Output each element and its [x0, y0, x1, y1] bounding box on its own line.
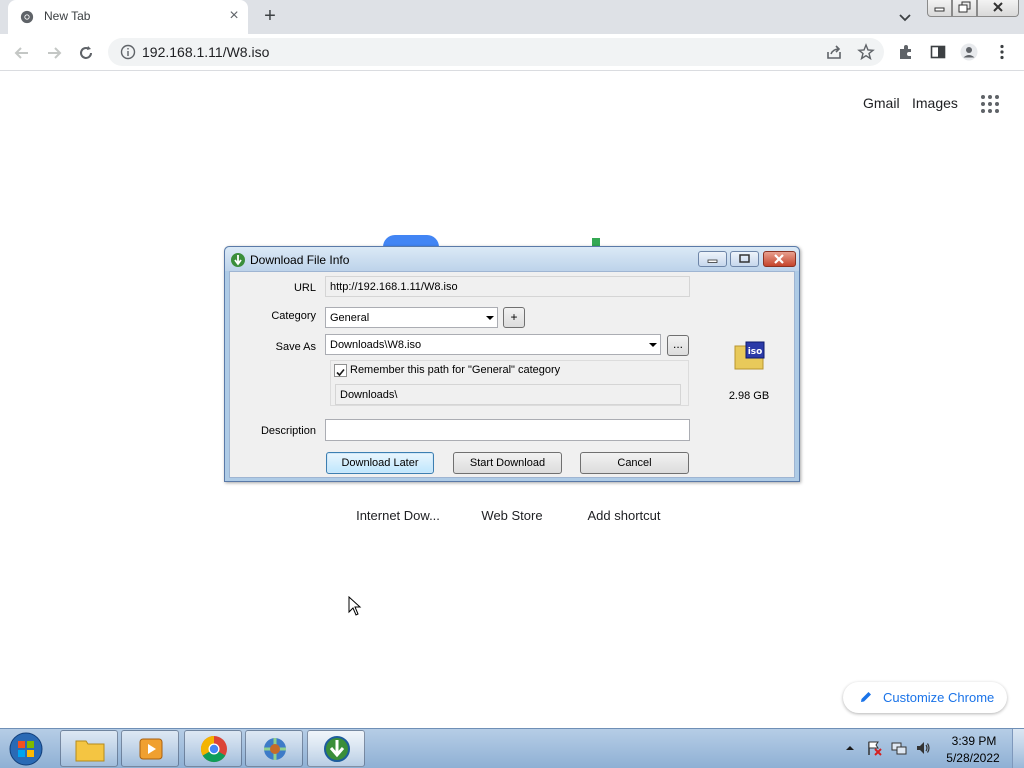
address-text[interactable]: 192.168.1.11/W8.iso — [142, 44, 269, 60]
svg-text:iso: iso — [748, 347, 763, 357]
taskbar-idm[interactable] — [307, 730, 365, 767]
tab-search-icon[interactable] — [897, 9, 913, 25]
gmail-link[interactable]: Gmail — [863, 95, 900, 111]
add-category-button[interactable]: + — [503, 307, 525, 328]
shortcut-web-store[interactable]: Web Store — [462, 508, 562, 523]
side-panel-icon[interactable] — [929, 43, 947, 61]
dialog-minimize-button[interactable] — [698, 251, 727, 267]
action-center-flag-icon[interactable] — [866, 740, 882, 756]
file-size: 2.98 GB — [728, 390, 770, 402]
category-label: Category — [271, 310, 316, 322]
google-apps-icon[interactable] — [980, 94, 1000, 114]
media-player-icon — [139, 738, 163, 760]
chevron-down-icon — [486, 316, 494, 320]
profile-avatar-icon[interactable] — [960, 43, 978, 61]
chrome-icon — [20, 10, 34, 24]
window-restore-button[interactable] — [952, 0, 977, 17]
url-field[interactable]: http://192.168.1.11/W8.iso — [325, 276, 690, 297]
new-tab-button[interactable]: + — [259, 5, 281, 27]
reload-icon[interactable] — [76, 43, 96, 63]
volume-icon[interactable] — [915, 740, 931, 756]
minimize-icon — [707, 259, 718, 263]
mouse-cursor-icon — [348, 596, 362, 616]
idm-globe-icon — [324, 736, 350, 762]
customize-chrome-button[interactable]: Customize Chrome — [843, 682, 1007, 713]
chevron-down-icon — [649, 343, 657, 347]
taskbar-chrome[interactable] — [184, 730, 242, 767]
tab-close-icon[interactable]: × — [226, 8, 242, 24]
remember-path-label: Remember this path for "General" categor… — [350, 364, 561, 376]
folder-icon — [75, 740, 105, 762]
cancel-button[interactable]: Cancel — [580, 452, 689, 474]
maximize-icon — [739, 254, 750, 263]
iso-file-icon: iso — [734, 341, 765, 370]
show-hidden-icons-icon[interactable] — [843, 742, 857, 754]
taskbar-explorer[interactable] — [60, 730, 118, 767]
download-later-button[interactable]: Download Later — [326, 452, 434, 474]
show-desktop-button[interactable] — [1012, 729, 1024, 768]
tab-new-tab[interactable]: New Tab × — [8, 0, 248, 34]
site-info-icon[interactable] — [120, 44, 136, 60]
windows-start-icon[interactable] — [7, 731, 45, 767]
extensions-icon[interactable] — [897, 43, 915, 61]
window-minimize-button[interactable] — [927, 0, 952, 17]
minimize-icon — [934, 7, 945, 12]
menu-kebab-icon[interactable] — [993, 43, 1011, 61]
taskbar-network-app[interactable] — [245, 730, 303, 767]
close-icon — [993, 2, 1003, 12]
taskbar-media-player[interactable] — [121, 730, 179, 767]
clock-date[interactable]: 5/28/2022 — [940, 751, 1006, 765]
close-icon — [774, 254, 784, 264]
back-arrow-icon[interactable] — [12, 43, 32, 63]
network-icon[interactable] — [891, 740, 907, 756]
save-as-label: Save As — [275, 341, 316, 353]
restore-icon — [958, 1, 971, 13]
clock-time[interactable]: 3:39 PM — [946, 734, 1002, 748]
dialog-body: URL http://192.168.1.11/W8.iso Category … — [229, 271, 795, 478]
category-value: General — [330, 312, 370, 324]
save-as-value: Downloads\W8.iso — [330, 339, 422, 351]
description-field[interactable] — [325, 419, 690, 441]
dialog-title: Download File Info — [250, 253, 350, 267]
description-label: Description — [260, 425, 316, 437]
customize-chrome-label: Customize Chrome — [883, 690, 995, 705]
shortcut-internet-download-manager[interactable]: Internet Dow... — [348, 508, 448, 523]
dialog-maximize-button[interactable] — [730, 251, 759, 267]
forward-arrow-icon[interactable] — [44, 43, 64, 63]
browse-button[interactable]: ... — [667, 335, 689, 356]
idm-globe-icon — [231, 253, 245, 267]
pencil-icon — [861, 692, 871, 702]
category-select[interactable]: General — [325, 307, 498, 328]
chrome-icon — [200, 735, 227, 763]
images-link[interactable]: Images — [912, 95, 958, 111]
network-globe-icon — [264, 738, 286, 760]
shortcut-add-shortcut[interactable]: Add shortcut — [574, 508, 674, 523]
dialog-title-bar[interactable]: Download File Info — [225, 247, 799, 271]
checkmark-icon — [336, 368, 345, 377]
tab-title: New Tab — [44, 9, 91, 23]
window-close-button[interactable] — [977, 0, 1019, 17]
share-icon[interactable] — [825, 43, 843, 61]
url-label: URL — [293, 282, 316, 294]
bookmark-star-icon[interactable] — [857, 43, 875, 61]
start-download-button[interactable]: Start Download — [453, 452, 562, 474]
save-as-select[interactable]: Downloads\W8.iso — [325, 334, 661, 355]
dialog-close-button[interactable] — [763, 251, 796, 267]
download-file-info-dialog: Download File Info URL http://192.168.1.… — [224, 246, 800, 482]
remember-path-checkbox[interactable] — [334, 364, 347, 377]
default-path-field: Downloads\ — [335, 384, 681, 405]
